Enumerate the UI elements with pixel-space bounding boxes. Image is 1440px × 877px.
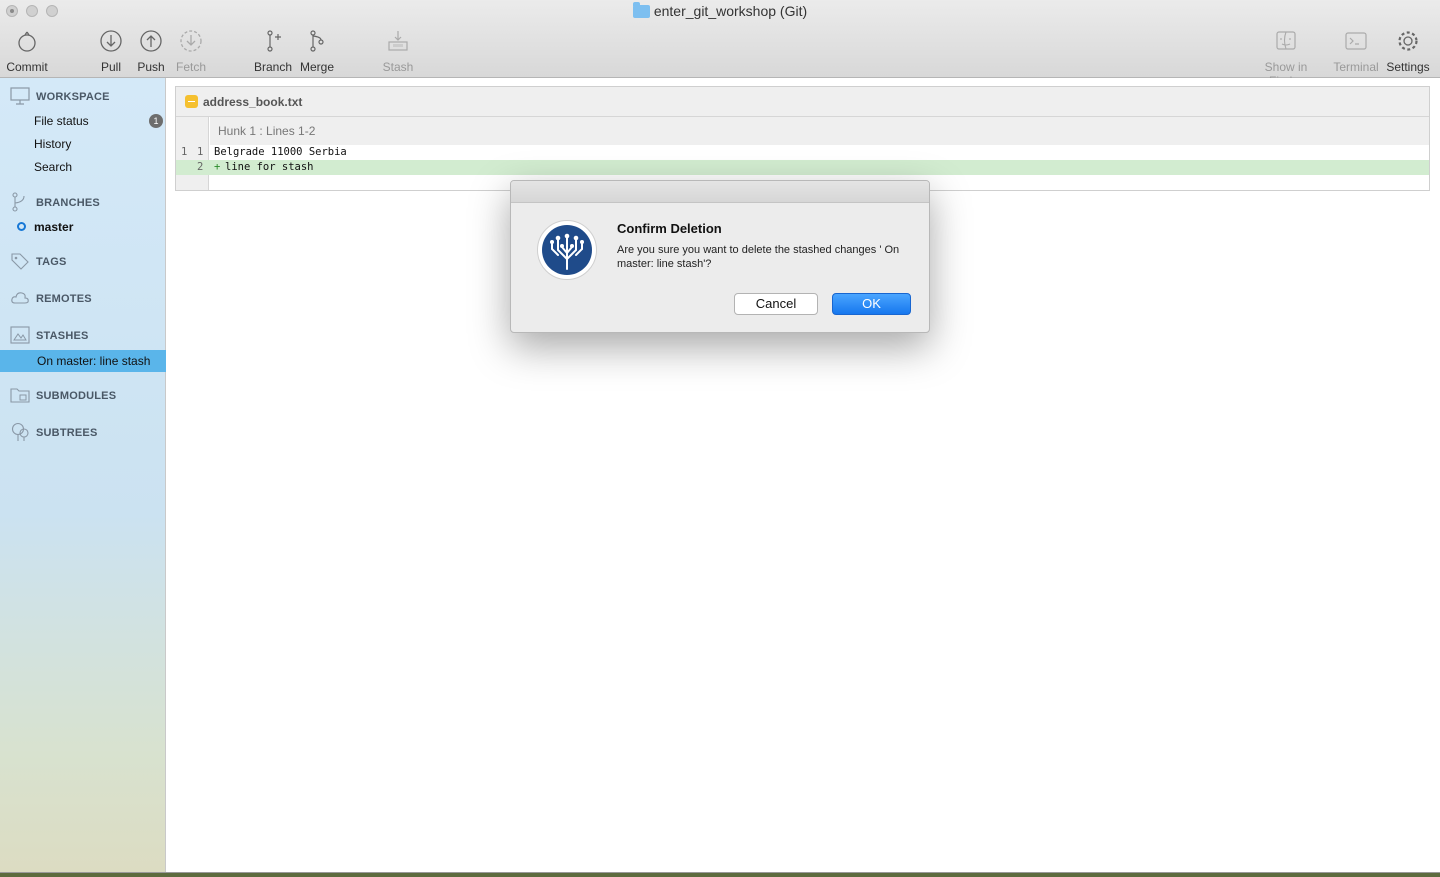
old-line-number: 1 bbox=[181, 146, 188, 158]
push-icon bbox=[138, 28, 164, 54]
tag-icon bbox=[10, 251, 30, 271]
workspace-header-label: WORKSPACE bbox=[36, 91, 110, 103]
diff-line-added[interactable]: 2 + line for stash bbox=[176, 160, 1429, 175]
fetch-label: Fetch bbox=[175, 60, 206, 74]
sidebar-item-search[interactable]: Search bbox=[0, 156, 166, 178]
dialog-message: Are you sure you want to delete the stas… bbox=[617, 244, 900, 270]
finder-icon bbox=[1273, 28, 1299, 54]
logo-inner bbox=[542, 225, 592, 275]
stash-label: Stash bbox=[382, 60, 414, 74]
sidebar-item-label: History bbox=[34, 137, 72, 151]
file-name: address_book.txt bbox=[203, 95, 303, 109]
branch-icon bbox=[260, 28, 286, 54]
sidebar: WORKSPACE File status 1 History Search B… bbox=[0, 78, 166, 872]
sidebar-item-master-branch[interactable]: master bbox=[0, 216, 166, 238]
hunk-label: Hunk 1 : Lines 1-2 bbox=[218, 124, 316, 138]
new-line-number: 2 bbox=[197, 161, 204, 173]
submodules-header-label: SUBMODULES bbox=[36, 390, 117, 402]
line-text: Belgrade 11000 Serbia bbox=[214, 146, 347, 158]
push-button[interactable]: Push bbox=[136, 28, 166, 74]
tree-icon bbox=[10, 422, 30, 442]
push-label: Push bbox=[137, 60, 165, 74]
hunk-header bbox=[210, 117, 1429, 145]
toolbar: enter_git_workshop (Git) Commit Pull Pus… bbox=[0, 0, 1440, 88]
new-line-number: 1 bbox=[197, 146, 204, 158]
dialog-titlebar bbox=[511, 181, 929, 203]
pull-label: Pull bbox=[100, 60, 121, 74]
sidebar-item-label: On master: line stash bbox=[37, 354, 151, 368]
merge-button[interactable]: Merge bbox=[299, 28, 335, 74]
app-window: enter_git_workshop (Git) Commit Pull Pus… bbox=[0, 0, 1440, 873]
line-text: line for stash bbox=[225, 161, 314, 173]
merge-label: Merge bbox=[299, 60, 334, 74]
merge-icon bbox=[304, 28, 330, 54]
sidebar-item-file-status[interactable]: File status 1 bbox=[0, 110, 166, 132]
subtrees-section-header[interactable]: SUBTREES bbox=[0, 422, 166, 444]
ok-button[interactable]: OK bbox=[832, 293, 911, 315]
tags-section-header[interactable]: TAGS bbox=[0, 251, 166, 273]
terminal-label: Terminal bbox=[1333, 60, 1379, 74]
stash-button[interactable]: Stash bbox=[382, 28, 414, 74]
monitor-icon bbox=[10, 86, 30, 106]
gear-icon bbox=[1395, 28, 1421, 54]
current-branch-icon bbox=[17, 222, 26, 231]
sidebar-item-label: master bbox=[34, 220, 74, 234]
sidebar-item-label: File status bbox=[34, 114, 89, 128]
subtrees-header-label: SUBTREES bbox=[36, 427, 98, 439]
cancel-button[interactable]: Cancel bbox=[734, 293, 818, 315]
remotes-header-label: REMOTES bbox=[36, 293, 92, 305]
terminal-button[interactable]: Terminal bbox=[1332, 28, 1380, 74]
pull-button[interactable]: Pull bbox=[98, 28, 124, 74]
commit-label: Commit bbox=[6, 60, 48, 74]
branch-button[interactable]: Branch bbox=[254, 28, 292, 74]
sourcetree-logo-icon bbox=[537, 220, 597, 280]
remotes-section-header[interactable]: REMOTES bbox=[0, 288, 166, 310]
pull-icon bbox=[98, 28, 124, 54]
fetch-button[interactable]: Fetch bbox=[175, 28, 207, 74]
workspace-section-header[interactable]: WORKSPACE bbox=[0, 86, 166, 108]
commit-icon bbox=[14, 28, 40, 54]
submodules-section-header[interactable]: SUBMODULES bbox=[0, 385, 166, 407]
cloud-icon bbox=[10, 288, 30, 308]
stash-icon bbox=[385, 28, 411, 54]
settings-label: Settings bbox=[1386, 60, 1430, 74]
file-header[interactable]: address_book.txt bbox=[176, 87, 1429, 117]
confirm-deletion-dialog: Confirm Deletion Are you sure you want t… bbox=[510, 180, 930, 333]
added-marker: + bbox=[214, 161, 221, 173]
window-title-text: enter_git_workshop (Git) bbox=[653, 3, 808, 19]
file-status-badge: 1 bbox=[149, 114, 163, 128]
commit-button[interactable]: Commit bbox=[6, 28, 48, 74]
branches-header-label: BRANCHES bbox=[36, 197, 100, 209]
folder-icon bbox=[10, 385, 30, 405]
dialog-title: Confirm Deletion bbox=[617, 221, 722, 236]
stashes-header-label: STASHES bbox=[36, 330, 89, 342]
tags-header-label: TAGS bbox=[36, 256, 67, 268]
settings-button[interactable]: Settings bbox=[1385, 28, 1431, 74]
folder-icon bbox=[632, 2, 650, 18]
modified-file-icon bbox=[185, 95, 198, 108]
sidebar-item-label: Search bbox=[34, 160, 73, 174]
stash-icon bbox=[10, 325, 30, 345]
window-title: enter_git_workshop (Git) bbox=[0, 2, 1440, 19]
branch-icon bbox=[10, 192, 30, 212]
branches-section-header[interactable]: BRANCHES bbox=[0, 192, 166, 214]
branch-label: Branch bbox=[254, 60, 293, 74]
terminal-icon bbox=[1343, 28, 1369, 54]
file-diff-panel: address_book.txt Hunk 1 : Lines 1-2 1 1 … bbox=[175, 86, 1430, 191]
sidebar-item-stash-selected[interactable]: On master: line stash bbox=[0, 350, 166, 372]
fetch-icon bbox=[178, 28, 204, 54]
stashes-section-header[interactable]: STASHES bbox=[0, 325, 166, 347]
diff-line[interactable]: 1 1 Belgrade 11000 Serbia bbox=[176, 145, 1429, 160]
sidebar-item-history[interactable]: History bbox=[0, 133, 166, 155]
